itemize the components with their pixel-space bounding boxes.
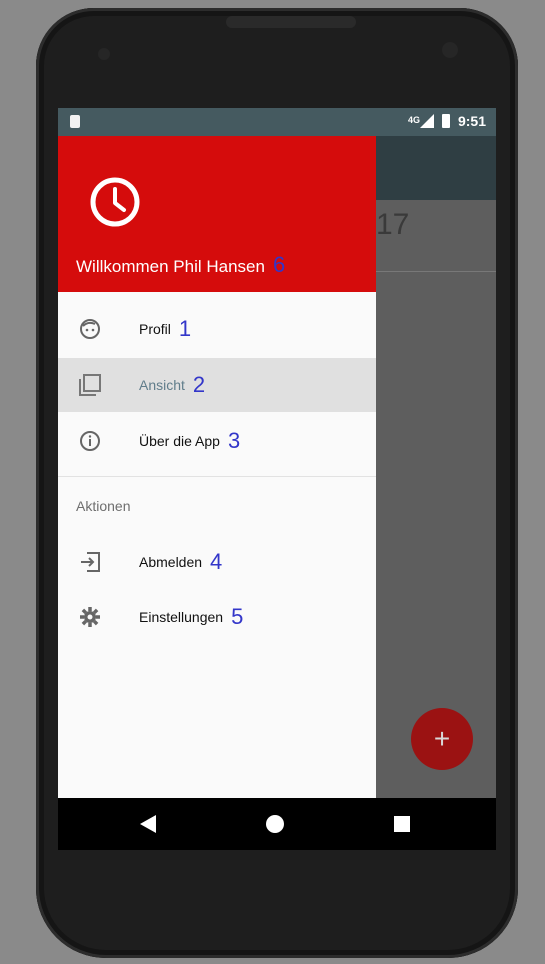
screen: 4G 9:51 17 + Willkommen Phil Hansen 6 Pro… [58,108,496,850]
menu-item-ueber-die-app[interactable]: Über die App 3 [58,414,376,468]
menu-item-label: Ansicht 2 [139,372,206,397]
annotation-marker: 4 [210,549,223,574]
menu-item-einstellungen[interactable]: Einstellungen 5 [58,590,376,644]
phone-sensor [98,48,110,60]
logout-icon [78,550,102,574]
status-right: 4G 9:51 [408,113,486,129]
back-icon [140,815,156,833]
home-button[interactable] [245,798,305,850]
welcome-text: Willkommen Phil Hansen 6 [76,252,285,278]
recents-icon [394,816,410,832]
phone-camera [442,42,458,58]
battery-icon [441,114,450,128]
add-fab-button[interactable]: + [411,708,473,770]
menu-item-ansicht[interactable]: Ansicht 2 [58,358,376,412]
menu-item-label: Einstellungen 5 [139,604,244,629]
welcome-label: Willkommen Phil Hansen [76,257,265,276]
menu-item-label: Abmelden 4 [139,549,223,574]
face-icon [78,317,102,341]
home-icon [266,815,284,833]
menu-item-abmelden[interactable]: Abmelden 4 [58,535,376,589]
info-icon [78,429,102,453]
network-type: 4G [407,115,420,125]
app-divider [376,271,496,272]
annotation-marker: 2 [192,372,206,397]
clock-time: 9:51 [457,113,486,129]
drawer-divider [58,476,376,477]
signal-icon: 4G [408,114,434,128]
view-icon [78,373,102,397]
nav-bar [58,798,496,850]
app-toolbar [376,136,496,200]
section-title-aktionen: Aktionen [76,498,131,514]
menu-item-label: Über die App 3 [139,428,241,453]
annotation-marker: 1 [178,316,192,341]
annotation-marker: 5 [231,604,244,629]
navigation-drawer: Willkommen Phil Hansen 6 Profil 1 Ansicht 2… [58,136,376,798]
menu-item-label: Profil 1 [139,316,192,341]
drawer-header: Willkommen Phil Hansen 6 [58,136,376,292]
clock-icon [90,177,140,227]
annotation-marker: 3 [227,428,241,453]
sd-card-icon [70,115,80,128]
recents-button[interactable] [372,798,432,850]
gear-icon [78,605,102,629]
annotation-marker: 6 [272,252,286,277]
menu-item-profil[interactable]: Profil 1 [58,302,376,356]
app-date-fragment: 17 [376,208,410,241]
back-button[interactable] [118,798,178,850]
status-bar: 4G 9:51 [58,108,496,136]
phone-speaker [226,16,356,28]
